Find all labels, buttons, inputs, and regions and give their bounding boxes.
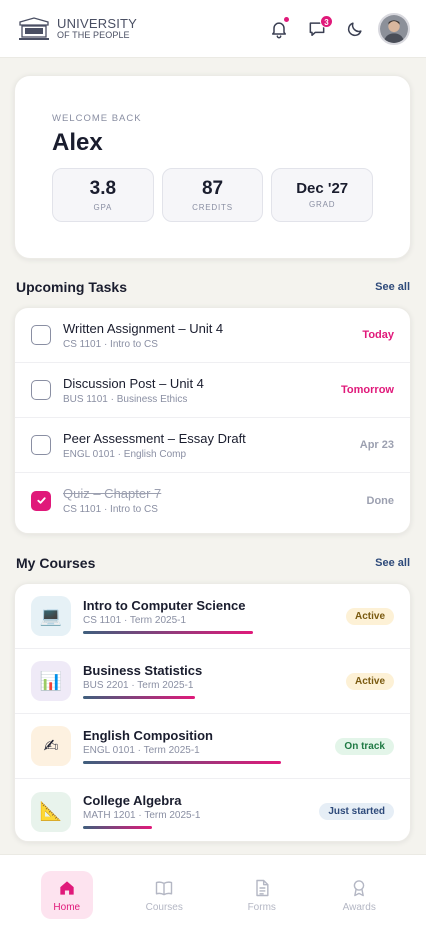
task-title: Written Assignment – Unit 4 xyxy=(63,320,224,336)
task-checkbox[interactable] xyxy=(31,325,51,345)
course-progress-fill xyxy=(83,826,152,829)
stat-label: GRAD xyxy=(309,200,336,209)
stat-label: GPA xyxy=(93,203,113,212)
notification-dot xyxy=(284,16,289,22)
app-header: UNIVERSITY OF THE PEOPLE 3 xyxy=(0,0,426,58)
course-progress-fill xyxy=(83,760,281,764)
task-row[interactable]: Written Assignment – Unit 4 CS 1101 · In… xyxy=(15,308,410,363)
course-code: MATH 1201 · Term 2025-1 xyxy=(83,810,201,821)
messages-button[interactable]: 3 xyxy=(302,14,333,44)
section-title: Upcoming Tasks xyxy=(16,279,127,295)
course-row[interactable]: 📐 College Algebra MATH 1201 · Term 2025-… xyxy=(15,779,410,841)
task-due: Done xyxy=(366,494,395,507)
task-course: CS 1101 · Intro to CS xyxy=(63,504,158,515)
logo-line2: OF THE PEOPLE xyxy=(57,30,130,40)
tasks-section-header: Upcoming Tasks See all xyxy=(16,279,410,295)
message-count-badge: 3 xyxy=(320,14,333,28)
bell-icon xyxy=(272,21,286,38)
nav-awards[interactable]: Awards xyxy=(333,871,385,919)
tasks-see-all-link[interactable]: See all xyxy=(375,281,410,293)
welcome-card: WELCOME BACK Alex 3.8 GPA 87 CREDITS Dec… xyxy=(14,75,411,259)
status-badge: On track xyxy=(335,737,394,755)
course-row[interactable]: 📊 Business Statistics BUS 2201 · Term 20… xyxy=(15,649,410,714)
course-row[interactable]: ✍ English Composition ENGL 0101 · Term 2… xyxy=(15,714,410,779)
user-photo-icon xyxy=(380,14,408,43)
course-row[interactable]: 💻 Intro to Computer Science CS 1101 · Te… xyxy=(15,584,410,649)
writing-hand-icon: ✍ xyxy=(31,726,71,766)
bar-chart-icon: 📊 xyxy=(31,661,71,701)
checkmark-icon xyxy=(36,497,46,504)
course-title: Intro to Computer Science xyxy=(83,597,246,613)
stat-label: CREDITS xyxy=(192,203,233,212)
stat-credits: 87 CREDITS xyxy=(161,168,264,222)
welcome-label: WELCOME BACK xyxy=(52,113,142,124)
tasks-list: Written Assignment – Unit 4 CS 1101 · In… xyxy=(14,307,411,534)
nav-forms[interactable]: Forms xyxy=(236,871,288,919)
task-checkbox[interactable] xyxy=(31,435,51,455)
course-code: BUS 2201 · Term 2025-1 xyxy=(83,679,194,691)
bottom-navigation: Home Courses Forms Awards xyxy=(0,854,426,928)
nav-courses[interactable]: Courses xyxy=(138,871,190,919)
status-badge: Just started xyxy=(319,803,394,820)
course-code: CS 1101 · Term 2025-1 xyxy=(83,614,187,626)
stat-gpa: 3.8 GPA xyxy=(52,168,154,222)
task-title: Peer Assessment – Essay Draft xyxy=(63,430,246,446)
logo-line1: UNIVERSITY xyxy=(57,16,138,31)
course-title: English Composition xyxy=(83,727,213,743)
stat-value: Dec '27 xyxy=(296,180,349,197)
task-due: Today xyxy=(362,329,394,341)
courses-list: 💻 Intro to Computer Science CS 1101 · Te… xyxy=(14,583,411,842)
nav-label: Home xyxy=(53,901,81,913)
courses-see-all-link[interactable]: See all xyxy=(375,557,410,569)
task-checkbox[interactable] xyxy=(31,380,51,400)
avatar[interactable] xyxy=(378,12,410,45)
university-logo[interactable]: UNIVERSITY OF THE PEOPLE xyxy=(17,16,137,42)
stat-graduation: Dec '27 GRAD xyxy=(271,168,374,222)
status-badge: Active xyxy=(345,672,394,690)
triangle-ruler-icon: 📐 xyxy=(31,791,71,832)
stat-value: 3.8 xyxy=(89,178,117,199)
theme-toggle-button[interactable] xyxy=(340,14,370,44)
course-progress-fill xyxy=(83,695,195,699)
task-course: ENGL 0101 · English Comp xyxy=(63,448,187,460)
course-progress-fill xyxy=(83,630,253,634)
nav-label: Forms xyxy=(247,901,276,913)
task-row[interactable]: Quiz – Chapter 7 CS 1101 · Intro to CS D… xyxy=(15,473,410,528)
course-title: College Algebra xyxy=(83,793,182,808)
document-icon xyxy=(256,879,269,896)
task-due: Tomorrow xyxy=(341,384,394,396)
task-title: Quiz – Chapter 7 xyxy=(63,486,162,501)
course-code: ENGL 0101 · Term 2025-1 xyxy=(83,744,200,756)
home-icon xyxy=(60,880,74,895)
course-progress xyxy=(83,630,298,635)
course-progress xyxy=(83,826,298,830)
nav-label: Courses xyxy=(145,901,183,913)
courses-section-header: My Courses See all xyxy=(16,555,410,571)
university-crest-icon xyxy=(19,16,49,40)
award-icon xyxy=(353,879,365,896)
book-icon xyxy=(156,880,173,895)
stat-value: 87 xyxy=(201,178,224,199)
course-title: Business Statistics xyxy=(83,662,203,678)
task-row[interactable]: Peer Assessment – Essay Draft ENGL 0101 … xyxy=(15,418,410,473)
task-course: BUS 1101 · Business Ethics xyxy=(63,393,188,405)
task-due: Apr 23 xyxy=(359,439,394,451)
nav-label: Awards xyxy=(342,901,376,913)
section-title: My Courses xyxy=(16,555,96,571)
task-title: Discussion Post – Unit 4 xyxy=(63,375,204,391)
task-checkbox-checked[interactable] xyxy=(31,490,51,511)
moon-icon xyxy=(347,21,362,36)
notifications-button[interactable] xyxy=(264,14,294,44)
task-course: CS 1101 · Intro to CS xyxy=(63,338,158,350)
course-progress xyxy=(83,760,298,765)
student-name: Alex xyxy=(52,129,103,156)
nav-home[interactable]: Home xyxy=(40,871,93,919)
task-row[interactable]: Discussion Post – Unit 4 BUS 1101 · Busi… xyxy=(15,363,410,418)
course-progress xyxy=(83,695,298,700)
laptop-icon: 💻 xyxy=(31,596,71,636)
status-badge: Active xyxy=(345,607,394,625)
